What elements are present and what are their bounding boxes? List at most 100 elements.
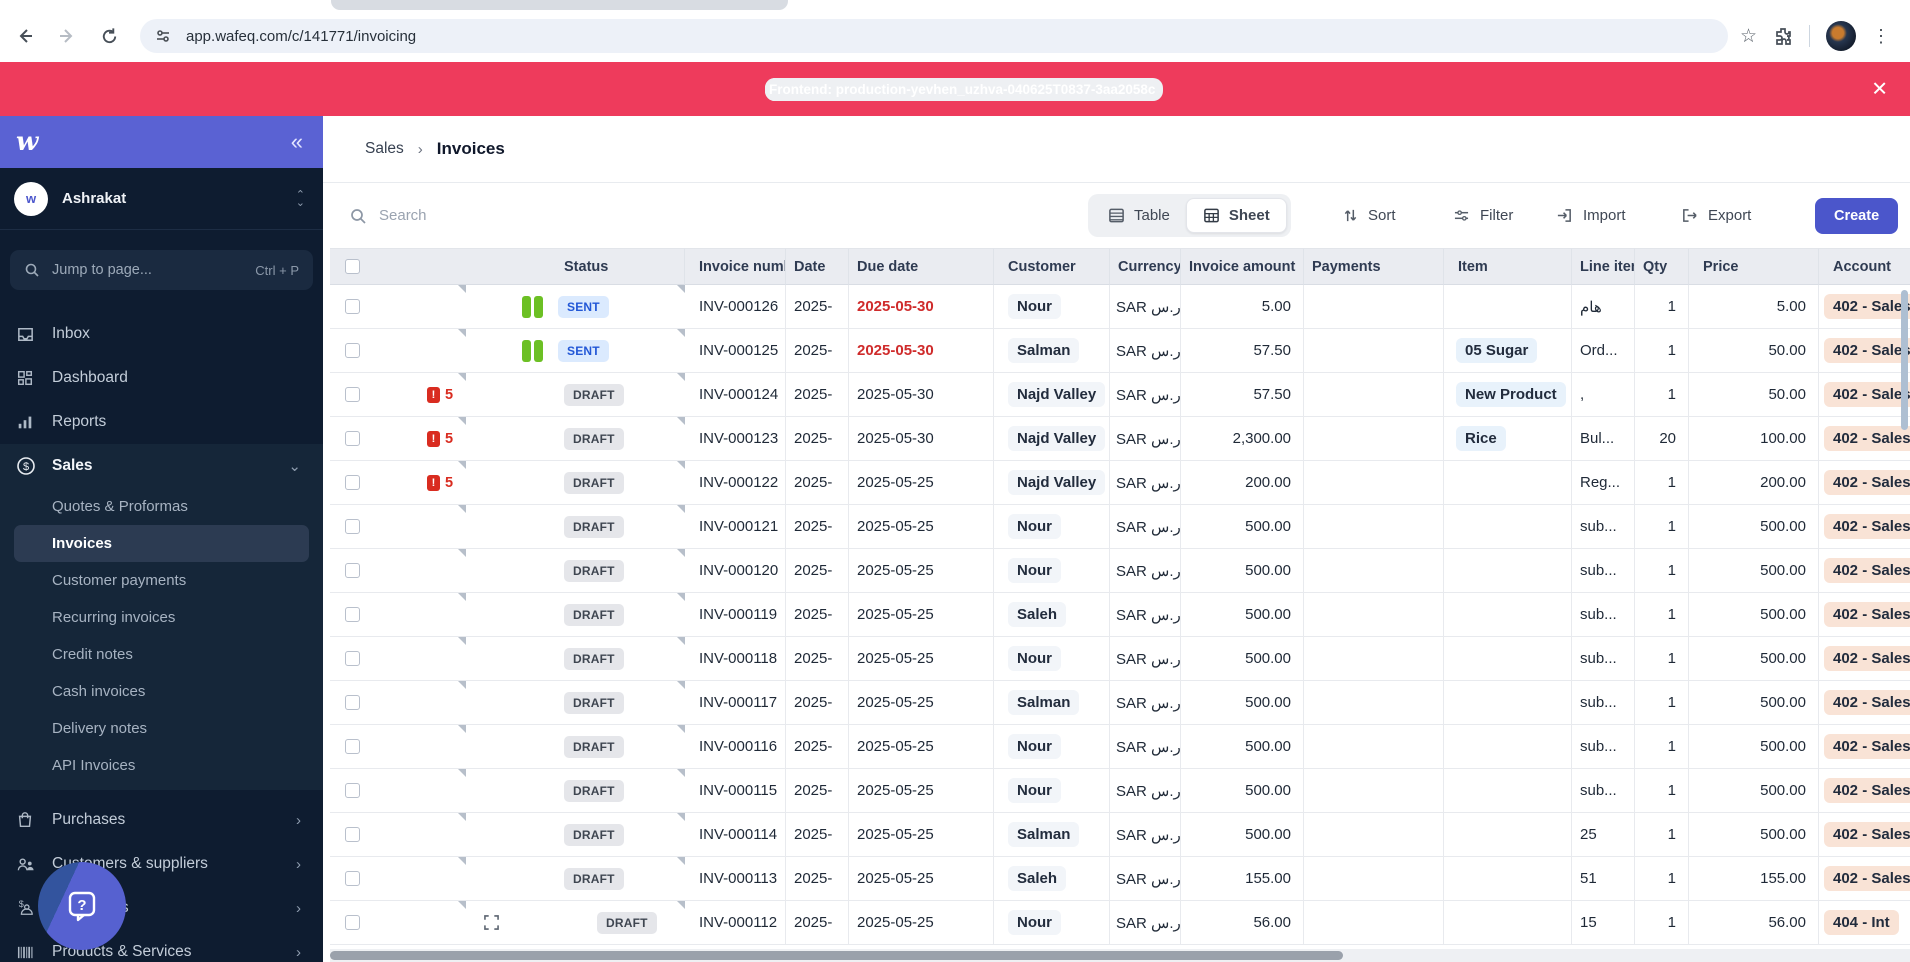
horizontal-scrollbar[interactable]	[330, 949, 1910, 962]
price-cell[interactable]: 56.00	[1689, 901, 1819, 945]
date-cell[interactable]: 2025-	[786, 725, 849, 769]
currency-cell[interactable]: SAR ر.س	[1110, 901, 1181, 945]
due-date-cell[interactable]: 2025-05-25	[857, 606, 934, 623]
qty-cell[interactable]: 20	[1635, 417, 1689, 461]
row-checkbox[interactable]	[345, 563, 360, 578]
row-indicator-cell[interactable]: !	[378, 681, 466, 725]
row-checkbox-cell[interactable]	[330, 285, 378, 329]
table-row[interactable]: ! DRAFT INV-000114 2025- 2025-05-25 Salm…	[330, 813, 1910, 857]
header-status[interactable]: Status	[466, 248, 685, 285]
header-payments[interactable]: Payments	[1304, 248, 1444, 285]
row-checkbox-cell[interactable]	[330, 505, 378, 549]
due-date-cell[interactable]: 2025-05-25	[857, 518, 934, 535]
jump-to-page-input[interactable]: Jump to page... Ctrl + P	[10, 250, 313, 290]
row-checkbox-cell[interactable]	[330, 593, 378, 637]
qty-cell[interactable]: 1	[1635, 769, 1689, 813]
workspace-switcher[interactable]: w Ashrakat ⌃ ⌄	[0, 168, 323, 230]
table-row[interactable]: ! DRAFT INV-000112 2025- 2025-05-25 Nour…	[330, 901, 1910, 945]
line-item-cell[interactable]: Bul...	[1572, 417, 1635, 461]
date-cell[interactable]: 2025-	[786, 769, 849, 813]
row-checkbox-cell[interactable]	[330, 373, 378, 417]
invoice-number-cell[interactable]: INV-000118	[685, 637, 786, 681]
row-checkbox-cell[interactable]	[330, 637, 378, 681]
line-item-cell[interactable]: 25	[1572, 813, 1635, 857]
row-checkbox[interactable]	[345, 915, 360, 930]
price-cell[interactable]: 500.00	[1689, 813, 1819, 857]
price-cell[interactable]: 500.00	[1689, 769, 1819, 813]
item-pill[interactable]: New Product	[1456, 382, 1566, 407]
customer-pill[interactable]: Salman	[1008, 338, 1080, 363]
row-indicator-cell[interactable]: !	[378, 901, 466, 945]
url-bar[interactable]: app.wafeq.com/c/141771/invoicing	[140, 19, 1728, 53]
browser-menu-icon[interactable]: ⋮	[1872, 26, 1890, 47]
payments-cell[interactable]	[1304, 461, 1444, 505]
header-invoice-amount[interactable]: Invoice amount	[1181, 248, 1304, 285]
currency-cell[interactable]: SAR ر.س	[1110, 769, 1181, 813]
qty-cell[interactable]: 1	[1635, 593, 1689, 637]
sort-button[interactable]: Sort	[1343, 207, 1396, 224]
inactive-tab[interactable]	[331, 0, 788, 10]
sidebar-item-recurring-invoices[interactable]: Recurring invoices	[0, 599, 323, 636]
invoice-amount-cell[interactable]: 500.00	[1181, 725, 1304, 769]
row-indicator-cell[interactable]: !	[378, 549, 466, 593]
account-pill[interactable]: 402 - Sales	[1824, 514, 1910, 539]
invoice-amount-cell[interactable]: 57.50	[1181, 329, 1304, 373]
customer-pill[interactable]: Nour	[1008, 514, 1061, 539]
invoice-number-cell[interactable]: INV-000113	[685, 857, 786, 901]
row-checkbox[interactable]	[345, 519, 360, 534]
status-cell[interactable]: DRAFT	[466, 373, 685, 417]
reload-icon[interactable]	[92, 19, 126, 53]
status-cell[interactable]: SENT	[466, 285, 685, 329]
invoice-number-cell[interactable]: INV-000120	[685, 549, 786, 593]
header-price[interactable]: Price	[1689, 248, 1819, 285]
sidebar-item-api-invoices[interactable]: API Invoices	[0, 747, 323, 784]
date-cell[interactable]: 2025-	[786, 681, 849, 725]
table-row[interactable]: ! DRAFT INV-000117 2025- 2025-05-25 Salm…	[330, 681, 1910, 725]
invoice-amount-cell[interactable]: 2,300.00	[1181, 417, 1304, 461]
row-indicator-cell[interactable]: !	[378, 593, 466, 637]
row-checkbox[interactable]	[345, 827, 360, 842]
currency-cell[interactable]: SAR ر.س	[1110, 857, 1181, 901]
table-row[interactable]: ! DRAFT INV-000118 2025- 2025-05-25 Nour…	[330, 637, 1910, 681]
line-item-cell[interactable]: sub...	[1572, 505, 1635, 549]
status-cell[interactable]: DRAFT	[466, 461, 685, 505]
row-checkbox[interactable]	[345, 387, 360, 402]
row-checkbox[interactable]	[345, 607, 360, 622]
vertical-scrollbar[interactable]	[1901, 290, 1908, 950]
date-cell[interactable]: 2025-	[786, 549, 849, 593]
table-row[interactable]: ! 5 DRAFT INV-000124 2025- 2025-05-30 Naj…	[330, 373, 1910, 417]
row-checkbox-cell[interactable]	[330, 417, 378, 461]
sidebar-item-purchases[interactable]: Purchases ›	[0, 798, 323, 842]
table-row[interactable]: ! 5 DRAFT INV-000123 2025- 2025-05-30 Naj…	[330, 417, 1910, 461]
customer-pill[interactable]: Nour	[1008, 910, 1061, 935]
line-item-cell[interactable]: sub...	[1572, 681, 1635, 725]
currency-cell[interactable]: SAR ر.س	[1110, 637, 1181, 681]
row-checkbox[interactable]	[345, 343, 360, 358]
payments-cell[interactable]	[1304, 285, 1444, 329]
table-row[interactable]: ! DRAFT INV-000121 2025- 2025-05-25 Nour…	[330, 505, 1910, 549]
invoice-number-cell[interactable]: INV-000116	[685, 725, 786, 769]
payments-cell[interactable]	[1304, 417, 1444, 461]
invoice-amount-cell[interactable]: 500.00	[1181, 549, 1304, 593]
forward-icon[interactable]	[50, 19, 84, 53]
price-cell[interactable]: 200.00	[1689, 461, 1819, 505]
account-pill[interactable]: 402 - Sales	[1824, 470, 1910, 495]
sidebar-collapse-icon[interactable]: «	[291, 129, 303, 155]
header-qty[interactable]: Qty	[1635, 248, 1689, 285]
view-table-option[interactable]: Table	[1092, 198, 1186, 233]
status-cell[interactable]: DRAFT	[466, 901, 685, 945]
currency-cell[interactable]: SAR ر.س	[1110, 285, 1181, 329]
search-input[interactable]: Search	[349, 207, 427, 225]
price-cell[interactable]: 50.00	[1689, 329, 1819, 373]
browser-profile-avatar[interactable]	[1826, 21, 1857, 51]
price-cell[interactable]: 155.00	[1689, 857, 1819, 901]
row-checkbox[interactable]	[345, 475, 360, 490]
invoice-number-cell[interactable]: INV-000117	[685, 681, 786, 725]
invoice-number-cell[interactable]: INV-000115	[685, 769, 786, 813]
price-cell[interactable]: 50.00	[1689, 373, 1819, 417]
due-date-cell[interactable]: 2025-05-25	[857, 826, 934, 843]
currency-cell[interactable]: SAR ر.س	[1110, 593, 1181, 637]
header-invoice-number[interactable]: Invoice number	[685, 248, 786, 285]
status-cell[interactable]: DRAFT	[466, 417, 685, 461]
date-cell[interactable]: 2025-	[786, 637, 849, 681]
